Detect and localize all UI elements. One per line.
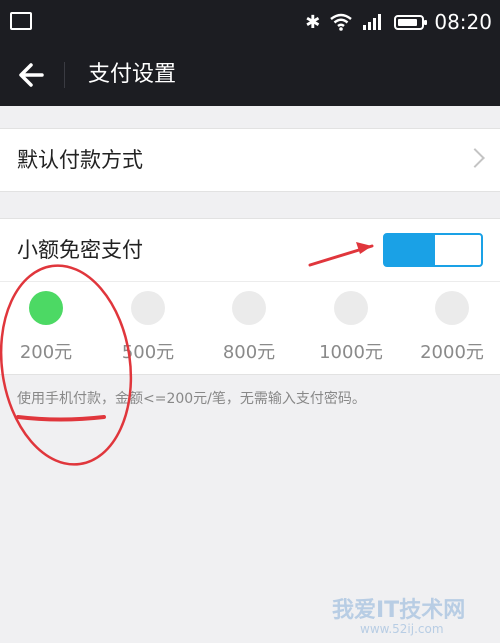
level-label: 200元 [19, 342, 73, 363]
small-payment-note: 使用手机付款，金额<=200元/笔，无需输入支付密码。 [17, 391, 366, 407]
level-label: 800元 [222, 342, 276, 363]
default-payment-label: 默认付款方式 [17, 148, 143, 172]
level-label: 2000元 [420, 342, 484, 363]
wifi-icon [330, 13, 353, 31]
back-arrow-icon[interactable] [14, 58, 48, 92]
level-option[interactable]: 1000元 [311, 291, 391, 364]
level-option[interactable]: 200元 [6, 291, 86, 364]
level-label: 1000元 [319, 342, 383, 363]
watermark-url: www.52ij.com [360, 622, 444, 636]
small-payment-label: 小额免密支付 [17, 238, 143, 262]
status-bar: ✱ 08:20 [0, 0, 500, 44]
small-payment-toggle[interactable] [383, 233, 483, 267]
level-radio [232, 291, 266, 325]
watermark-text: 我爱IT技术网 [332, 598, 466, 623]
default-payment-row[interactable]: 默认付款方式 [0, 128, 500, 192]
level-radio [131, 291, 165, 325]
level-radio [334, 291, 368, 325]
page-title: 支付设置 [88, 62, 177, 87]
level-radio [435, 291, 469, 325]
chevron-right-icon [465, 148, 485, 168]
row-divider [0, 281, 500, 282]
status-time: 08:20 [434, 10, 492, 34]
level-option[interactable]: 500元 [108, 291, 188, 364]
title-bar: 支付设置 [0, 44, 500, 106]
level-label: 500元 [121, 342, 175, 363]
title-divider [64, 62, 65, 88]
gallery-icon [10, 12, 32, 30]
annotation-underline [16, 415, 106, 422]
level-option[interactable]: 800元 [209, 291, 289, 364]
battery-icon [394, 14, 428, 30]
toggle-on-indicator [385, 235, 435, 265]
amount-level-selector: 200元 500元 800元 1000元 2000元 [0, 291, 500, 371]
level-option[interactable]: 2000元 [412, 291, 492, 364]
signal-icon [363, 14, 382, 30]
level-radio-selected [29, 291, 63, 325]
status-icons: ✱ 08:20 [305, 8, 492, 36]
bluetooth-icon: ✱ [305, 11, 321, 33]
small-payment-section: 小额免密支付 200元 500元 800元 1000元 2000元 [0, 218, 500, 375]
